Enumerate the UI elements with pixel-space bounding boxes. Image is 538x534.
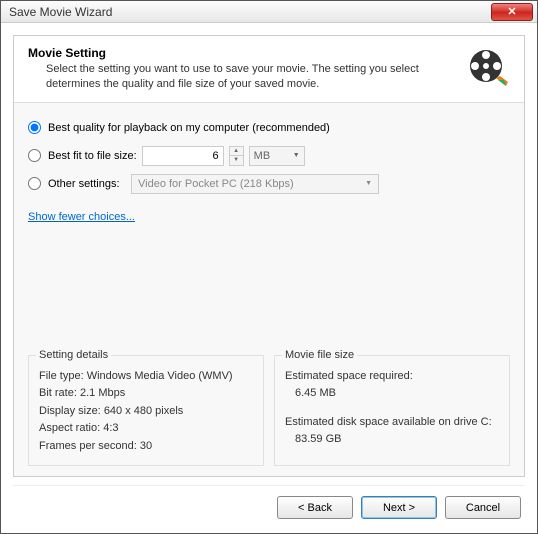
spinner-down-icon[interactable]: ▼ <box>230 156 243 165</box>
other-value: Video for Pocket PC (218 Kbps) <box>138 178 294 190</box>
detail-fps: Frames per second: 30 <box>39 438 253 455</box>
spinner-up-icon[interactable]: ▲ <box>230 147 243 157</box>
page-description: Select the setting you want to use to sa… <box>28 62 458 92</box>
radio-best-fit[interactable] <box>28 149 41 162</box>
filesize-input[interactable] <box>142 146 224 166</box>
gap <box>285 403 499 413</box>
content-area: Movie Setting Select the setting you wan… <box>1 23 537 533</box>
detail-display-size: Display size: 640 x 480 pixels <box>39 403 253 420</box>
page-title: Movie Setting <box>28 46 458 60</box>
movie-filesize-body: Estimated space required: 6.45 MB Estima… <box>285 368 499 448</box>
unit-value: MB <box>254 150 271 162</box>
label-best-fit[interactable]: Best fit to file size: <box>48 150 137 162</box>
option-best-quality: Best quality for playback on my computer… <box>28 117 510 139</box>
cancel-button[interactable]: Cancel <box>445 496 521 519</box>
detail-aspect-ratio: Aspect ratio: 4:3 <box>39 420 253 437</box>
filesize-unit-select[interactable]: MB ▼ <box>249 146 305 166</box>
spacer <box>28 223 510 347</box>
option-other: Other settings: Video for Pocket PC (218… <box>28 173 510 195</box>
radio-best-quality[interactable] <box>28 121 41 134</box>
space-required-label: Estimated space required: <box>285 368 499 385</box>
close-button[interactable]: ✕ <box>491 3 533 21</box>
titlebar: Save Movie Wizard ✕ <box>1 1 537 23</box>
other-settings-select[interactable]: Video for Pocket PC (218 Kbps) ▼ <box>131 174 379 194</box>
label-best-quality[interactable]: Best quality for playback on my computer… <box>48 122 330 134</box>
next-button[interactable]: Next > <box>361 496 437 519</box>
setting-details-title: Setting details <box>36 349 111 361</box>
wizard-window: Save Movie Wizard ✕ Movie Setting Select… <box>0 0 538 534</box>
setting-details-panel: Setting details File type: Windows Media… <box>28 355 264 467</box>
setting-details-body: File type: Windows Media Video (WMV) Bit… <box>39 368 253 455</box>
movie-filesize-title: Movie file size <box>282 349 357 361</box>
label-other[interactable]: Other settings: <box>48 178 126 190</box>
details-row: Setting details File type: Windows Media… <box>28 355 510 467</box>
inner-panel: Movie Setting Select the setting you wan… <box>13 35 525 477</box>
show-fewer-link[interactable]: Show fewer choices... <box>28 211 510 223</box>
movie-reel-icon <box>466 46 510 90</box>
space-available-label: Estimated disk space available on drive … <box>285 414 499 431</box>
detail-file-type: File type: Windows Media Video (WMV) <box>39 368 253 385</box>
movie-filesize-panel: Movie file size Estimated space required… <box>274 355 510 467</box>
detail-bit-rate: Bit rate: 2.1 Mbps <box>39 385 253 402</box>
option-best-fit: Best fit to file size: ▲ ▼ MB ▼ <box>28 145 510 167</box>
options-group: Best quality for playback on my computer… <box>28 117 510 201</box>
wizard-body: Best quality for playback on my computer… <box>14 103 524 476</box>
radio-other[interactable] <box>28 177 41 190</box>
space-available-value: 83.59 GB <box>285 431 499 448</box>
chevron-down-icon: ▼ <box>365 180 372 187</box>
chevron-down-icon: ▼ <box>293 152 300 159</box>
back-button[interactable]: < Back <box>277 496 353 519</box>
header-text: Movie Setting Select the setting you wan… <box>28 46 458 92</box>
space-required-value: 6.45 MB <box>285 385 499 402</box>
button-row: < Back Next > Cancel <box>13 485 525 521</box>
filesize-spinner[interactable]: ▲ ▼ <box>229 146 244 166</box>
wizard-header: Movie Setting Select the setting you wan… <box>14 36 524 103</box>
titlebar-text: Save Movie Wizard <box>9 5 491 19</box>
close-icon: ✕ <box>507 5 516 18</box>
